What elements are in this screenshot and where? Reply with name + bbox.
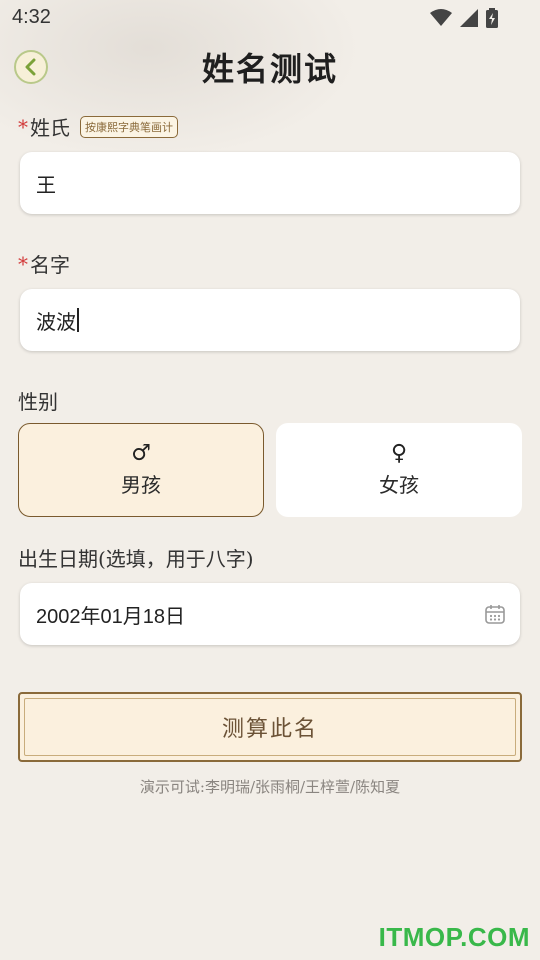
surname-label: 姓氏 [30,116,70,140]
cell-signal-icon [460,9,478,27]
male-symbol-icon: ♂ [131,440,151,466]
gender-option-label: 男孩 [121,472,161,497]
birth-date-value: 2002年01月18日 [36,605,185,628]
given-name-label-row: * 名字 [18,249,70,278]
required-mark: * [18,251,28,276]
birth-date-picker[interactable]: 2002年01月18日 [20,583,520,645]
status-time: 4:32 [12,6,51,28]
calculate-name-button[interactable]: 测算此名 [18,692,522,762]
watermark: ITMOP.COM [378,922,530,952]
text-cursor [77,308,79,332]
gender-option-label: 女孩 [379,472,419,497]
status-bar: 4:32 [0,0,540,36]
stroke-count-hint-badge: 按康熙字典笔画计 [80,115,178,138]
given-name-input[interactable]: 波波 [20,289,520,351]
given-name-value: 波波 [36,309,76,334]
gender-option-female[interactable]: ♀ 女孩 [276,423,522,517]
birth-date-label: 出生日期(选填，用于八字) [18,543,254,572]
female-symbol-icon: ♀ [390,440,408,466]
gender-label: 性别 [18,386,58,415]
birth-date-label-text: 出生日期(选填，用于八字) [18,547,254,571]
gender-label-text: 性别 [18,390,58,414]
surname-value: 王 [36,172,56,197]
surname-input[interactable]: 王 [20,152,520,214]
wifi-icon [430,9,452,26]
required-mark: * [18,114,28,139]
battery-icon [486,8,498,28]
demo-examples-text: 演示可试:李明瑞/张雨桐/王梓萱/陈知夏 [139,778,401,796]
page-title: 姓名测试 [201,50,338,88]
status-icons [430,8,498,28]
given-name-label: 名字 [30,253,70,277]
calculate-name-label: 测算此名 [221,717,318,742]
surname-label-row: * 姓氏 按康熙字典笔画计 [18,112,178,141]
calendar-icon[interactable] [484,603,506,625]
gender-option-male[interactable]: ♂ 男孩 [18,423,264,517]
